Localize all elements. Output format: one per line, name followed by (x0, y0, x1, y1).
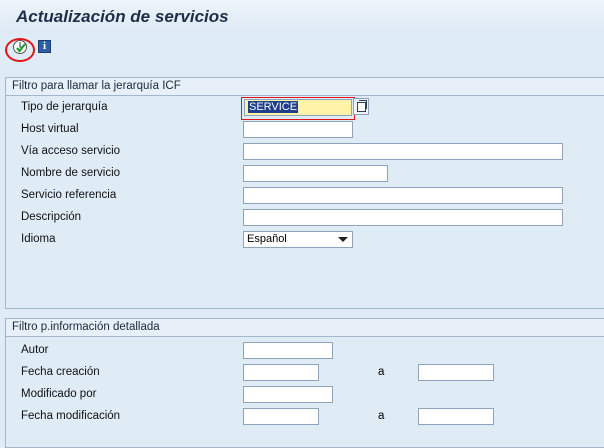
row-service-path: Vía acceso servicio (6, 141, 604, 161)
title-bar: Actualización de servicios (0, 0, 604, 34)
chevron-down-icon (338, 237, 348, 242)
hierarchy-filter-group: Filtro para llamar la jerarquía ICF Tipo… (5, 77, 604, 309)
reference-service-field[interactable] (243, 187, 563, 204)
created-date-to-field[interactable] (418, 364, 494, 381)
service-path-field[interactable] (243, 143, 563, 160)
row-reference-service: Servicio referencia (6, 185, 604, 205)
value-help-button[interactable] (353, 98, 369, 115)
row-language: Idioma Español (6, 229, 604, 249)
field-label: Host virtual (21, 123, 79, 135)
row-description: Descripción (6, 207, 604, 227)
row-modified-by: Modificado por (6, 384, 604, 404)
field-label: Vía acceso servicio (21, 145, 121, 157)
detail-filter-group: Filtro p.información detallada Autor Fec… (5, 318, 604, 448)
row-service-name: Nombre de servicio (6, 163, 604, 183)
field-label: Servicio referencia (21, 189, 117, 201)
group-title: Filtro para llamar la jerarquía ICF (6, 78, 604, 96)
modified-date-to-field[interactable] (418, 408, 494, 425)
range-to-label: a (378, 366, 385, 378)
toolbar: i (0, 34, 604, 64)
row-created-date: Fecha creación a (6, 362, 604, 382)
modified-by-field[interactable] (243, 386, 333, 403)
field-label: Autor (21, 344, 49, 356)
row-author: Autor (6, 340, 604, 360)
row-hierarchy-type: Tipo de jerarquía SERVICE (6, 97, 604, 120)
range-to-label: a (378, 410, 385, 422)
info-button[interactable]: i (38, 40, 51, 53)
row-virtual-host: Host virtual (6, 119, 604, 139)
field-label: Modificado por (21, 388, 97, 400)
field-label: Fecha creación (21, 366, 100, 378)
annotation-circle (5, 38, 35, 62)
annotation-outline (241, 97, 355, 120)
created-date-from-field[interactable] (243, 364, 319, 381)
field-label: Tipo de jerarquía (21, 101, 108, 113)
description-field[interactable] (243, 209, 563, 226)
modified-date-from-field[interactable] (243, 408, 319, 425)
group-title: Filtro p.información detallada (6, 319, 604, 337)
page-title: Actualización de servicios (16, 7, 229, 26)
field-label: Nombre de servicio (21, 167, 121, 179)
info-icon: i (43, 40, 47, 52)
field-label: Idioma (21, 233, 56, 245)
field-label: Descripción (21, 211, 82, 223)
language-value: Español (247, 233, 287, 245)
field-label: Fecha modificación (21, 410, 121, 422)
row-modified-date: Fecha modificación a (6, 406, 604, 426)
virtual-host-field[interactable] (243, 121, 353, 138)
service-name-field[interactable] (243, 165, 388, 182)
language-select[interactable]: Español (243, 231, 353, 248)
author-field[interactable] (243, 342, 333, 359)
